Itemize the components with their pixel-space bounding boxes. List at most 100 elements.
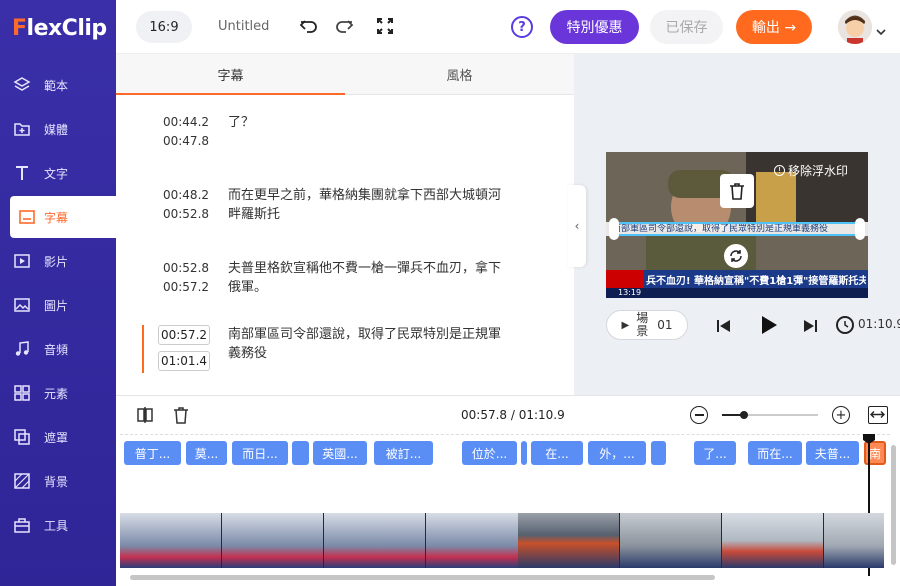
flexclip-logo[interactable]: FlexClip <box>12 16 107 41</box>
collapse-panel-button[interactable]: ‹ <box>568 185 586 267</box>
sidebar-item-2[interactable]: 文字 <box>0 152 116 194</box>
sidebar-item-8[interactable]: 遮罩 <box>0 416 116 458</box>
info-icon: ! <box>774 165 785 176</box>
subtitle-clip[interactable]: 夫普... <box>806 441 859 465</box>
sidebar-item-5[interactable]: 圖片 <box>0 284 116 326</box>
undo-icon[interactable] <box>299 16 319 36</box>
next-icon[interactable] <box>802 318 818 332</box>
selection-box[interactable] <box>614 222 860 236</box>
subtitle-text[interactable]: 夫普里格欽宣稱他不費一槍一彈兵不血刃，拿下俄軍。 <box>228 259 508 297</box>
delete-icon[interactable] <box>173 406 189 424</box>
clock-icon <box>836 316 854 334</box>
fit-timeline-icon[interactable] <box>868 406 888 424</box>
sidebar-item-0[interactable]: 範本 <box>0 64 116 106</box>
tab-subtitles[interactable]: 字幕 <box>116 54 345 95</box>
subtitle-clip[interactable]: 在... <box>531 441 583 465</box>
sidebar-item-3[interactable]: 字幕 <box>10 196 116 238</box>
subtitle-clip[interactable]: 位於... <box>462 441 517 465</box>
video-thumbnail <box>824 513 884 568</box>
subtitle-start-time[interactable]: 00:52.8 <box>156 259 216 278</box>
toolbox-icon <box>0 516 44 534</box>
subtitle-clip[interactable]: 被訂... <box>374 441 433 465</box>
video-thumbnail <box>620 513 721 568</box>
sidebar-item-6[interactable]: 音頻 <box>0 328 116 370</box>
sidebar-item-label: 文字 <box>44 166 69 181</box>
redo-icon[interactable] <box>334 16 354 36</box>
saved-button[interactable]: 已保存 <box>650 10 723 44</box>
resize-handle-left[interactable] <box>609 218 619 240</box>
subtitle-clip[interactable]: 而日... <box>232 441 288 465</box>
timeline-ruler <box>120 434 890 435</box>
sidebar-item-1[interactable]: 媒體 <box>0 108 116 150</box>
subtitle-row[interactable]: 00:52.8 00:57.2 夫普里格欽宣稱他不費一槍一彈兵不血刃，拿下俄軍。 <box>116 259 574 319</box>
subtitle-text[interactable]: 了？ <box>228 113 508 132</box>
fullscreen-icon[interactable] <box>376 17 394 35</box>
scene-number: 01 <box>657 318 673 332</box>
horizontal-scrollbar[interactable] <box>130 575 715 580</box>
subtitle-end-time[interactable]: 00:57.2 <box>156 278 216 297</box>
video-track[interactable] <box>120 513 884 568</box>
previous-icon[interactable] <box>716 318 732 332</box>
subtitle-text[interactable]: 而在更早之前，華格納集團就拿下西部大城頓河畔羅斯托 <box>228 186 508 224</box>
zoom-slider[interactable] <box>722 411 818 419</box>
subtitle-icon <box>10 208 44 226</box>
subtitle-clip[interactable] <box>651 441 666 465</box>
sidebar-item-10[interactable]: 工具 <box>0 504 116 546</box>
subtitle-start-time[interactable]: 00:57.2 <box>158 325 210 345</box>
subtitle-clip[interactable] <box>521 441 527 465</box>
video-thumbnail <box>324 513 425 568</box>
special-offer-button[interactable]: 特別優惠 <box>550 10 639 44</box>
headline-text: 兵不血刃! 華格納宣稱"不費1槍1彈"接管羅斯托夫 <box>646 276 866 287</box>
play-small-icon: ▶ <box>621 319 630 331</box>
mask-icon <box>0 428 44 446</box>
subtitle-clip[interactable]: 普丁... <box>124 441 181 465</box>
subtitle-end-time[interactable]: 01:01.4 <box>158 351 210 371</box>
remove-watermark-button[interactable]: ! 移除浮水印 <box>774 162 848 179</box>
subtitle-clip[interactable] <box>292 441 309 465</box>
video-icon <box>0 252 44 270</box>
subtitle-panel-tabs: 字幕 風格 <box>116 54 574 95</box>
layers-icon <box>0 76 44 94</box>
sidebar-item-9[interactable]: 背景 <box>0 460 116 502</box>
subtitle-end-time[interactable]: 00:52.8 <box>156 205 216 224</box>
subtitle-end-time[interactable]: 00:47.8 <box>156 132 216 151</box>
text-icon <box>0 164 44 182</box>
delete-element-button[interactable] <box>720 174 754 208</box>
aspect-ratio-button[interactable]: 16:9 <box>136 11 192 43</box>
resize-handle-right[interactable] <box>855 218 865 240</box>
play-icon[interactable] <box>760 315 778 335</box>
subtitle-row-active[interactable]: 00:57.2 01:01.4 南部軍區司令部還說，取得了民眾特別是正規軍義務役 <box>116 323 574 375</box>
timeline-time: 00:57.8 / 01:10.9 <box>461 408 565 422</box>
split-icon[interactable] <box>136 406 154 424</box>
subtitle-text[interactable]: 南部軍區司令部還說，取得了民眾特別是正規軍義務役 <box>228 325 508 363</box>
subtitle-clip[interactable]: 而在... <box>748 441 802 465</box>
help-icon[interactable]: ? <box>511 16 533 38</box>
rotate-handle[interactable] <box>724 244 748 268</box>
export-button[interactable]: 輸出 → <box>736 10 812 44</box>
video-preview[interactable]: 南部軍區司令部還說，取得了民眾特別是正規軍義務役 兵不血刃! 華格納宣稱"不費1… <box>606 152 868 298</box>
subtitle-clip[interactable]: 了... <box>694 441 736 465</box>
zoom-in-icon[interactable]: + <box>832 406 850 424</box>
scene-selector[interactable]: ▶ 場景 01 <box>606 310 688 340</box>
sidebar-item-7[interactable]: 元素 <box>0 372 116 414</box>
subtitle-start-time[interactable]: 00:48.2 <box>156 186 216 205</box>
project-title[interactable]: Untitled <box>218 19 269 34</box>
subtitle-start-time[interactable]: 00:44.2 <box>156 113 216 132</box>
zoom-out-icon[interactable] <box>690 406 708 424</box>
subtitle-row[interactable]: 00:48.2 00:52.8 而在更早之前，華格納集團就拿下西部大城頓河畔羅斯… <box>116 186 574 246</box>
tab-style[interactable]: 風格 <box>345 54 574 94</box>
subtitle-clip[interactable]: 莫... <box>186 441 227 465</box>
subtitle-row[interactable]: 00:44.2 00:47.8 了？ <box>116 113 574 173</box>
avatar[interactable] <box>838 10 872 44</box>
video-thumbnail <box>426 513 527 568</box>
sidebar-item-4[interactable]: 影片 <box>0 240 116 282</box>
rotate-icon <box>730 250 742 262</box>
sidebar-item-label: 元素 <box>44 386 69 401</box>
watermark-text: http://www.xiaoyao.tw/ <box>750 568 866 579</box>
subtitle-clip[interactable]: 外，... <box>588 441 646 465</box>
zoom-slider-thumb[interactable] <box>740 411 748 419</box>
subtitle-clip[interactable]: 英國... <box>313 441 367 465</box>
chevron-down-icon[interactable] <box>876 22 886 36</box>
vertical-scrollbar[interactable] <box>891 445 896 565</box>
video-thumbnail <box>222 513 323 568</box>
